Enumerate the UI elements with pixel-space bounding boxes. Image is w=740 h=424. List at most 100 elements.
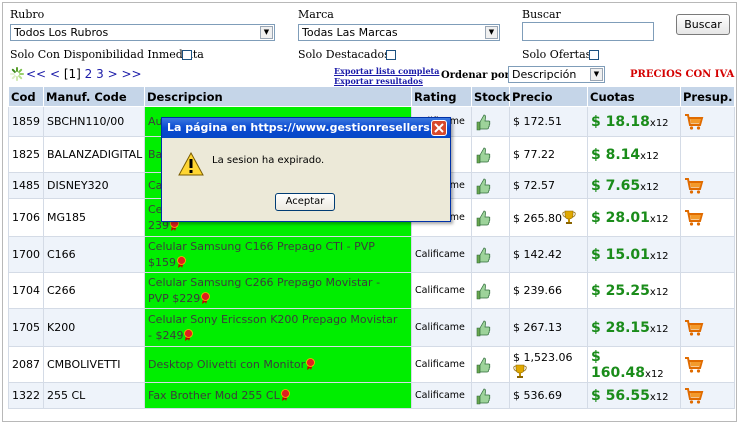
solo-ofertas-checkbox[interactable] xyxy=(589,50,599,60)
search-input[interactable] xyxy=(522,22,654,41)
table-row[interactable]: 1705 K200 Celular Sony Ericsson K200 Prepa… xyxy=(8,308,735,347)
description-cell[interactable]: Desktop Olivetti con Monitor xyxy=(144,346,412,383)
order-label: Ordenar por: xyxy=(441,70,514,81)
pager-prev-first[interactable]: << xyxy=(26,67,46,81)
code-cell: 1705 xyxy=(8,308,44,347)
pager-prev[interactable]: < xyxy=(50,67,60,81)
pagination: << < [1] 2 3 > >> xyxy=(10,67,142,81)
pager-next-last[interactable]: >> xyxy=(121,67,141,81)
close-icon[interactable] xyxy=(431,120,447,136)
column-header[interactable]: Presup. xyxy=(680,86,735,107)
description-cell[interactable]: Fax Brother Mod 255 CL xyxy=(144,382,412,409)
rating-link[interactable]: Calificame xyxy=(415,390,465,401)
rating-cell[interactable]: Calificame xyxy=(411,308,472,347)
price-cell: $ 172.51 xyxy=(509,106,588,137)
rating-cell[interactable]: Calificame xyxy=(411,346,472,383)
order-select-value: Descripción xyxy=(512,68,577,81)
marca-select[interactable]: Todas Las Marcas ▼ xyxy=(298,24,500,41)
pager-next[interactable]: > xyxy=(108,67,118,81)
rubro-select-value: Todos Los Rubros xyxy=(14,26,109,39)
rating-link[interactable]: Calificame xyxy=(415,322,465,333)
order-select[interactable]: Descripción ▼ xyxy=(508,66,605,83)
cart-icon[interactable] xyxy=(684,209,704,227)
ribbon-icon xyxy=(184,328,194,341)
budget-cell[interactable] xyxy=(680,382,735,409)
stock-cell xyxy=(471,106,510,137)
installment-value: $ 25.25 xyxy=(591,282,650,299)
description-text[interactable]: Celular Samsung C266 Prepago Movistar - xyxy=(148,276,380,289)
budget-cell[interactable] xyxy=(680,308,735,347)
price-value: $ 72.57 xyxy=(513,179,555,192)
installments-cell: $ 15.01x12 xyxy=(587,236,681,273)
cart-icon[interactable] xyxy=(684,319,704,337)
cart-icon[interactable] xyxy=(684,356,704,374)
installment-value: $ 18.18 xyxy=(591,113,650,130)
table-header-row: Cod Manuf. Code Descripcion Rating Stock… xyxy=(8,86,735,107)
pager-page-3[interactable]: 3 xyxy=(96,67,104,81)
description-text-2[interactable]: - $249 xyxy=(148,329,183,342)
price-cell: $ 265.80 xyxy=(509,198,588,237)
stock-cell xyxy=(471,382,510,409)
column-header[interactable]: Stock xyxy=(471,86,510,107)
session-expired-dialog: La página en https://www.gestionreseller… xyxy=(161,117,451,222)
budget-cell[interactable] xyxy=(680,172,735,199)
column-header[interactable]: Descripcion xyxy=(144,86,412,107)
budget-cell[interactable] xyxy=(680,236,735,273)
accept-button[interactable]: Aceptar xyxy=(275,193,335,211)
code-cell: 1704 xyxy=(8,272,44,309)
table-row[interactable]: 2087 CMBOLIVETTI Desktop Olivetti con Moni… xyxy=(8,346,735,383)
installment-value: $ 15.01 xyxy=(591,246,650,263)
column-header[interactable]: Cuotas xyxy=(587,86,681,107)
column-header[interactable]: Manuf. Code xyxy=(43,86,145,107)
description-cell[interactable]: Celular Sony Ericsson K200 Prepago Movis… xyxy=(144,308,412,347)
search-button[interactable]: Buscar xyxy=(676,14,730,35)
column-header[interactable]: Cod xyxy=(8,86,44,107)
rating-cell[interactable]: Calificame xyxy=(411,382,472,409)
description-text[interactable]: Desktop Olivetti con Monitor xyxy=(148,358,305,371)
manuf-code-cell: C266 xyxy=(43,272,145,309)
ribbon-icon xyxy=(201,291,211,304)
price-cell: $ 1,523.06 xyxy=(509,346,588,383)
thumbs-up-icon xyxy=(475,356,491,374)
budget-cell[interactable] xyxy=(680,106,735,137)
manuf-code-cell: BALANZADIGITAL xyxy=(43,136,145,173)
table-row[interactable]: 1704 C266 Celular Samsung C266 Prepago Mov… xyxy=(8,272,735,309)
cart-icon[interactable] xyxy=(684,177,704,195)
column-header[interactable]: Rating xyxy=(411,86,472,107)
description-cell[interactable]: Celular Samsung C266 Prepago Movistar - P… xyxy=(144,272,412,309)
trophy-icon xyxy=(513,364,527,378)
cart-icon[interactable] xyxy=(684,113,704,131)
rating-cell[interactable]: Calificame xyxy=(411,236,472,273)
solo-destacados-checkbox[interactable] xyxy=(386,50,396,60)
price-value: $ 239.66 xyxy=(513,284,562,297)
rating-link[interactable]: Calificame xyxy=(415,285,465,296)
chevron-down-icon: ▼ xyxy=(485,26,498,39)
table-row[interactable]: 1700 C166 Celular Samsung C166 Prepago CTI… xyxy=(8,236,735,273)
description-text[interactable]: Celular Sony Ericsson K200 Prepago Movis… xyxy=(148,313,397,326)
description-cell[interactable]: Celular Samsung C166 Prepago CTI - PVP $1… xyxy=(144,236,412,273)
description-text[interactable]: Celular Samsung C166 Prepago CTI - PVP xyxy=(148,240,375,253)
table-row[interactable]: 1322 255 CL Fax Brother Mod 255 CL Califica… xyxy=(8,382,735,409)
rubro-select[interactable]: Todos Los Rubros ▼ xyxy=(10,24,275,41)
budget-cell[interactable] xyxy=(680,198,735,237)
rating-link[interactable]: Calificame xyxy=(415,359,465,370)
rating-link[interactable]: Calificame xyxy=(415,249,465,260)
thumbs-up-icon xyxy=(475,246,491,264)
installment-count: x12 xyxy=(649,286,669,298)
description-text[interactable]: Fax Brother Mod 255 CL xyxy=(148,389,280,402)
price-cell: $ 536.69 xyxy=(509,382,588,409)
cart-icon[interactable] xyxy=(684,387,704,405)
solo-disponibilidad-checkbox[interactable] xyxy=(182,50,192,60)
budget-cell[interactable] xyxy=(680,272,735,309)
rating-cell[interactable]: Calificame xyxy=(411,272,472,309)
marca-label: Marca xyxy=(298,8,334,21)
export-resultados-link[interactable]: Exportar resultados xyxy=(334,76,439,86)
column-header[interactable]: Precio xyxy=(509,86,588,107)
description-text-2[interactable]: $159 xyxy=(148,256,176,269)
budget-cell[interactable] xyxy=(680,346,735,383)
budget-cell[interactable] xyxy=(680,136,735,173)
description-text-2[interactable]: PVP $229 xyxy=(148,292,200,305)
pager-page-2[interactable]: 2 xyxy=(85,67,93,81)
price-cell: $ 142.42 xyxy=(509,236,588,273)
export-lista-completa-link[interactable]: Exportar lista completa xyxy=(334,66,439,76)
